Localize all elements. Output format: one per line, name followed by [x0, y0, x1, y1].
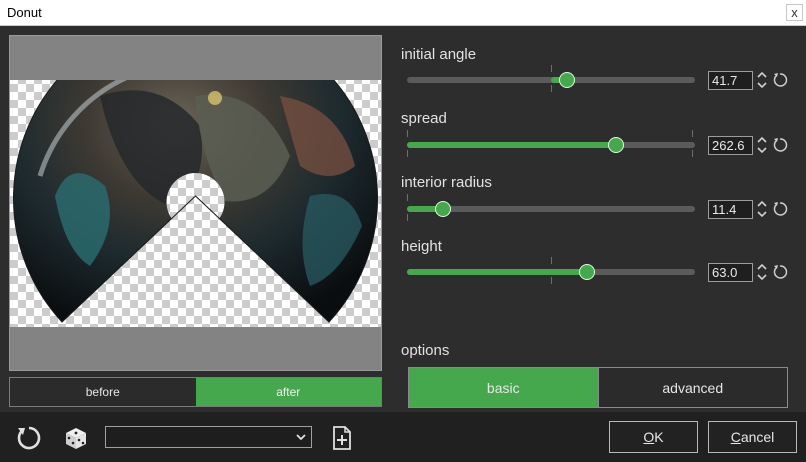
center-tick — [551, 277, 552, 284]
slider-fill — [407, 269, 587, 275]
spin-arrows-icon[interactable] — [756, 262, 768, 282]
reset-small-icon[interactable] — [772, 137, 788, 153]
reset-small-icon[interactable] — [772, 72, 788, 88]
center-tick — [551, 85, 552, 92]
slider-fill — [407, 142, 616, 148]
before-after-toggle: before after — [9, 377, 382, 407]
reset-small-icon[interactable] — [772, 201, 788, 217]
slider-thumb[interactable] — [559, 72, 575, 88]
ok-rest: K — [654, 429, 664, 445]
interior-radius-value[interactable]: 11.4 — [708, 200, 753, 219]
initial-angle-slider[interactable] — [407, 65, 695, 92]
spread-value[interactable]: 262.6 — [708, 136, 753, 155]
close-button[interactable]: x — [786, 4, 803, 21]
preset-dropdown[interactable] — [105, 426, 312, 448]
initial-angle-value[interactable]: 41.7 — [708, 71, 753, 90]
slider-thumb[interactable] — [435, 201, 451, 217]
interior-radius-label: interior radius — [401, 174, 492, 191]
chevron-down-icon — [296, 434, 306, 441]
interior-radius-slider[interactable] — [407, 194, 695, 221]
cancel-accel: C — [730, 429, 741, 445]
start-tick — [407, 194, 408, 201]
dice-icon[interactable] — [62, 424, 90, 452]
end-tick — [692, 130, 693, 137]
center-tick — [551, 65, 552, 72]
slider-thumb[interactable] — [608, 137, 624, 153]
height-slider[interactable] — [407, 257, 695, 284]
height-value[interactable]: 63.0 — [708, 263, 753, 282]
cancel-button[interactable]: Cancel — [708, 421, 797, 453]
preview-panel — [9, 35, 382, 371]
height-label: height — [401, 238, 442, 255]
spread-label: spread — [401, 110, 447, 127]
add-preset-icon[interactable] — [328, 424, 356, 452]
ok-button[interactable]: OK — [609, 421, 698, 453]
ok-accel: O — [643, 429, 655, 445]
spin-arrows-icon[interactable] — [756, 199, 768, 219]
initial-angle-label: initial angle — [401, 46, 477, 63]
after-tab[interactable]: after — [195, 378, 381, 406]
spin-arrows-icon[interactable] — [756, 135, 768, 155]
start-tick — [407, 214, 408, 221]
cancel-rest: ancel — [740, 429, 775, 445]
slider-thumb[interactable] — [579, 264, 595, 280]
end-tick — [692, 150, 693, 157]
tab-advanced[interactable]: advanced — [597, 368, 787, 407]
before-tab[interactable]: before — [10, 378, 196, 406]
title-bar: Donut x — [0, 0, 806, 26]
start-tick — [407, 130, 408, 137]
spread-slider[interactable] — [407, 130, 695, 157]
tab-basic[interactable]: basic — [409, 368, 598, 407]
spin-arrows-icon[interactable] — [756, 70, 768, 90]
options-label: options — [401, 342, 450, 359]
window-title: Donut — [7, 5, 42, 20]
reset-small-icon[interactable] — [772, 264, 788, 280]
reset-icon[interactable] — [15, 424, 43, 452]
options-tabs: basic advanced — [408, 367, 788, 408]
preview-image — [10, 80, 381, 327]
center-tick — [551, 257, 552, 264]
start-tick — [407, 150, 408, 157]
